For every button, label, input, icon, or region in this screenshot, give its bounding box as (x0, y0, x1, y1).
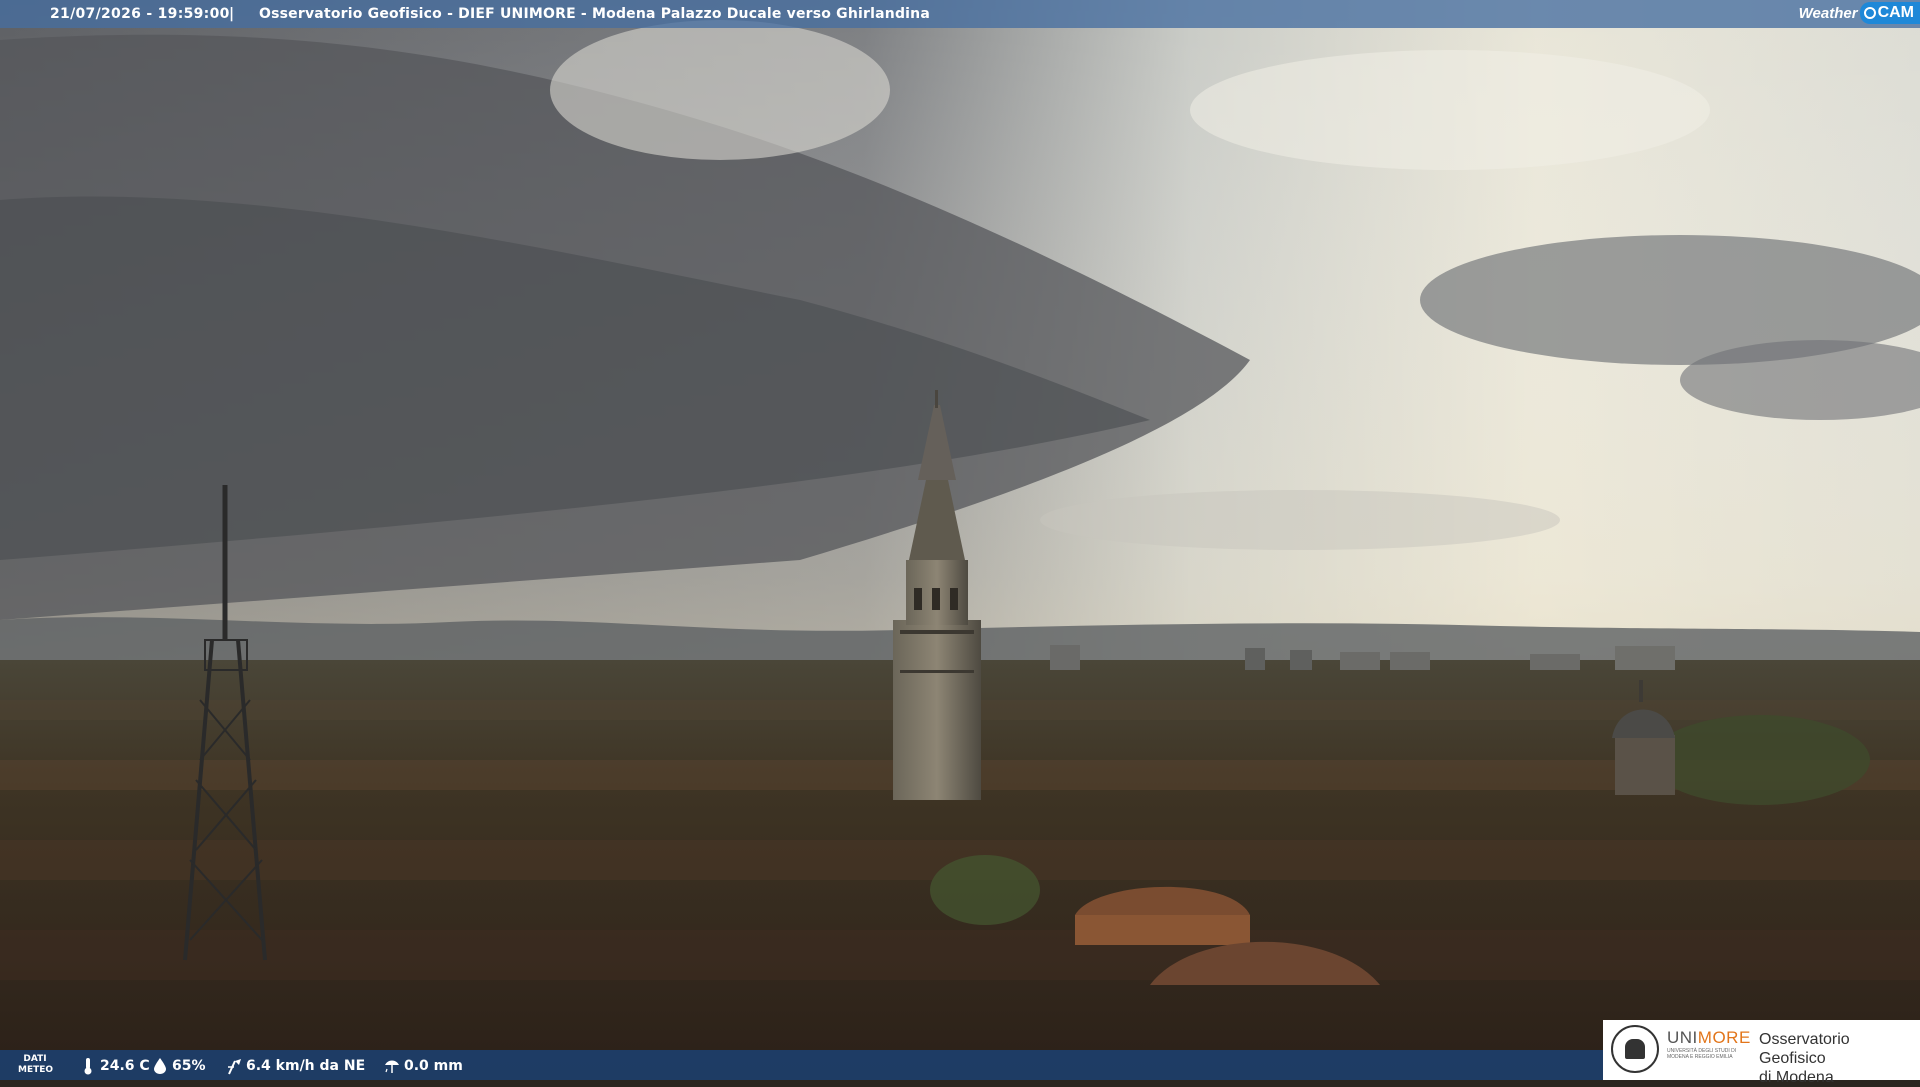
university-subtitle: UNIVERSITÀ DEGLI STUDI DI MODENA E REGGI… (1667, 1048, 1737, 1060)
header-bar: 21/07/2026 - 19:59:00 | Osservatorio Geo… (0, 0, 1920, 28)
rain-reading: 0.0 mm (384, 1057, 463, 1075)
camera-lens-icon (1863, 7, 1876, 19)
humidity-reading: 65% (152, 1057, 206, 1075)
brand-weather-text: Weather (1798, 4, 1858, 22)
weather-data-bar: DATI METEO 24.6 C 65% 6.4 km/h da NE 0.0… (0, 1050, 1605, 1080)
temperature-reading: 24.6 C (80, 1057, 150, 1075)
drop-icon (154, 1058, 166, 1074)
wind-icon (228, 1059, 241, 1075)
thermometer-icon (84, 1058, 92, 1075)
unimore-logo: UNIMORE UNIVERSITÀ DEGLI STUDI DI MODENA… (1603, 1020, 1920, 1086)
rain-value: 0.0 mm (404, 1058, 463, 1074)
observatory-name: Osservatorio Geofisico di Modena (1759, 1031, 1850, 1086)
humidity-value: 65% (172, 1058, 206, 1074)
timestamp: 21/07/2026 - 19:59:00 (50, 6, 230, 22)
rain-gauge-icon (385, 1060, 399, 1073)
brand-cam-text: CAM (1877, 4, 1914, 21)
wind-reading: 6.4 km/h da NE (226, 1057, 365, 1075)
temperature-value: 24.6 C (100, 1058, 150, 1074)
weathercam-logo: Weather CAM (1799, 0, 1920, 26)
university-seal-icon (1611, 1025, 1659, 1073)
weather-data-label: DATI METEO (18, 1054, 54, 1075)
wind-value: 6.4 km/h da NE (246, 1058, 366, 1074)
header-separator: | (229, 6, 235, 22)
university-name: UNIMORE (1667, 1028, 1751, 1047)
camera-caption: Osservatorio Geofisico - DIEF UNIMORE - … (259, 6, 930, 22)
webcam-image (0, 0, 1920, 1080)
